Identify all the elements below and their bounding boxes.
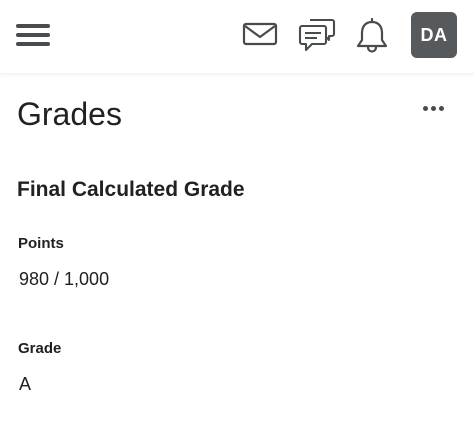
final-grade-heading: Final Calculated Grade (17, 178, 245, 201)
page-title: Grades (17, 96, 122, 132)
dot (431, 106, 436, 111)
top-navbar: DA (0, 0, 474, 74)
points-value: 980 / 1,000 (19, 269, 110, 289)
envelope-icon[interactable] (242, 20, 278, 48)
chat-bubbles-icon[interactable] (298, 16, 336, 54)
menu-line (16, 33, 50, 37)
grade-label: Grade (18, 340, 62, 357)
user-avatar[interactable]: DA (411, 12, 457, 58)
dot (439, 106, 444, 111)
points-label: Points (18, 235, 64, 252)
hamburger-menu-icon[interactable] (16, 21, 52, 49)
menu-line (16, 24, 50, 28)
menu-line (16, 42, 50, 46)
dot (423, 106, 428, 111)
bell-icon[interactable] (355, 16, 389, 54)
grade-value: A (19, 374, 32, 394)
more-horizontal-icon[interactable] (420, 96, 448, 120)
